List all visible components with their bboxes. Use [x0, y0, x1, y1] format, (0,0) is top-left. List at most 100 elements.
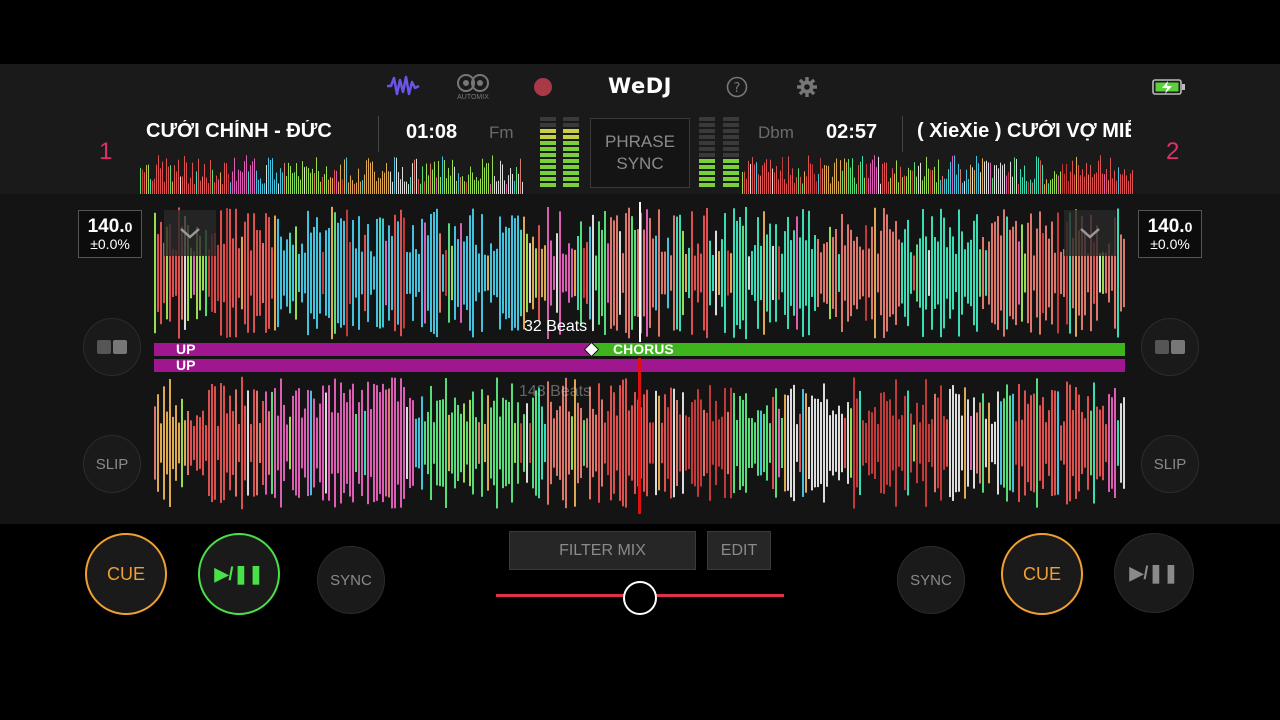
help-icon: ?	[726, 76, 748, 98]
phrase-sync-button[interactable]: PHRASE SYNC	[590, 118, 690, 188]
waveform-bar	[817, 238, 819, 308]
help-button[interactable]: ?	[725, 75, 749, 99]
waveform-icon[interactable]	[384, 72, 422, 100]
waveform-bar	[751, 251, 753, 295]
deck2-sync-button[interactable]: SYNC	[897, 546, 965, 614]
deck1-bpm-display[interactable]: 140.0 ±0.0%	[78, 210, 142, 258]
deck1-sync-button[interactable]: SYNC	[317, 546, 385, 614]
waveform-bar	[842, 170, 843, 194]
waveform-bar	[643, 229, 645, 317]
waveform-bar	[994, 221, 996, 325]
deck2-play-pause-button[interactable]: ▶/❚❚	[1114, 533, 1194, 613]
waveform-bar	[360, 181, 361, 194]
waveform-bar	[985, 418, 987, 468]
waveform-bar	[931, 419, 933, 467]
waveform-bar	[508, 401, 510, 485]
waveform-bar	[706, 412, 708, 474]
waveform-bar	[208, 183, 209, 194]
edit-button[interactable]: EDIT	[707, 531, 771, 570]
waveform-bar	[222, 184, 223, 194]
deck2-overview-waveform[interactable]	[742, 155, 1134, 194]
waveform-bar	[478, 180, 479, 194]
record-button[interactable]	[532, 76, 554, 98]
waveform-bar	[925, 379, 927, 507]
waveform-bar	[259, 230, 261, 316]
waveform-bar	[922, 180, 923, 194]
waveform-bar	[337, 412, 339, 474]
deck1-overview-waveform[interactable]	[140, 155, 524, 194]
deck1-cue-button[interactable]: CUE	[85, 533, 167, 615]
filter-mix-button[interactable]: FILTER MIX	[509, 531, 696, 570]
deck1-collapse-button[interactable]	[164, 210, 216, 256]
waveform-bar	[466, 421, 468, 465]
waveform-bar	[886, 401, 888, 485]
waveform-bar	[758, 174, 759, 194]
waveform-bar	[403, 387, 405, 499]
deck2-cue-button[interactable]: CUE	[1001, 533, 1083, 615]
deck2-bpm-display[interactable]: 140.0 ±0.0%	[1138, 210, 1202, 258]
waveform-bar	[664, 251, 666, 295]
deck2-collapse-button[interactable]	[1064, 210, 1116, 256]
waveform-bar	[865, 422, 867, 464]
waveform-bar	[298, 176, 299, 194]
deck1-slip-button[interactable]: SLIP	[83, 435, 141, 493]
meter-segment	[563, 183, 579, 187]
waveform-bar	[480, 178, 481, 194]
waveform-bar	[343, 392, 345, 494]
waveform-bar	[1009, 395, 1011, 491]
deck2-track-title[interactable]: ( XieXie ) CƯỚI VỢ MIỀN TÂY	[917, 120, 1131, 143]
waveform-bar	[967, 399, 969, 487]
waveform-bar	[919, 422, 921, 464]
waveform-bar	[235, 208, 237, 338]
waveform-bar	[379, 217, 381, 329]
waveform-bar	[655, 390, 657, 496]
waveform-bar	[914, 162, 915, 194]
deck1-track-title[interactable]: CƯỚI CHÍNH - ĐỨC	[146, 120, 368, 143]
meter-segment	[699, 129, 715, 133]
waveform-bar	[166, 411, 168, 475]
waveform-bar	[571, 248, 573, 298]
waveform-bar	[328, 385, 330, 501]
waveform-bar	[1105, 424, 1107, 462]
waveform-bar	[250, 165, 251, 194]
waveform-bar	[856, 398, 858, 488]
chevron-down-icon	[180, 228, 200, 239]
waveform-bar	[1094, 174, 1095, 194]
waveform-bar	[1028, 181, 1029, 194]
waveform-bar	[586, 242, 588, 304]
waveform-bar	[520, 229, 522, 317]
deck1-loop-button[interactable]	[83, 318, 141, 376]
waveform-bar	[577, 402, 579, 484]
waveform-bar	[1062, 164, 1063, 194]
app-logo: WeDJ	[608, 74, 672, 98]
crossfader-knob[interactable]	[623, 581, 657, 615]
waveform-bar	[535, 248, 537, 298]
waveform-bar	[250, 250, 252, 296]
waveform-bar	[238, 423, 240, 463]
deck2-slip-button[interactable]: SLIP	[1141, 435, 1199, 493]
waveform-bar	[289, 416, 291, 470]
automix-button[interactable]: AUTOMIX	[452, 70, 494, 104]
waveform-bar	[631, 405, 633, 481]
waveform-bar	[631, 216, 633, 330]
waveform-bar	[1045, 422, 1047, 464]
waveform-bar	[403, 217, 405, 329]
waveform-bar	[787, 216, 789, 330]
waveform-bar	[859, 246, 861, 300]
deck1-play-pause-button[interactable]: ▶/❚❚	[198, 533, 280, 615]
waveform-bar	[526, 403, 528, 483]
settings-button[interactable]	[795, 75, 819, 99]
waveform-bar	[280, 236, 282, 310]
waveform-bar	[895, 221, 897, 325]
waveform-bar	[1120, 174, 1121, 194]
waveform-bar	[907, 390, 909, 496]
waveform-bar	[1000, 162, 1001, 194]
waveform-bar	[288, 162, 289, 194]
waveform-bar	[746, 178, 747, 194]
meter-segment	[723, 183, 739, 187]
deck2-loop-button[interactable]	[1141, 318, 1199, 376]
waveform-bar	[340, 382, 342, 504]
waveform-bar	[242, 172, 243, 194]
waveform-bar	[506, 184, 507, 194]
waveform-bar	[799, 237, 801, 309]
